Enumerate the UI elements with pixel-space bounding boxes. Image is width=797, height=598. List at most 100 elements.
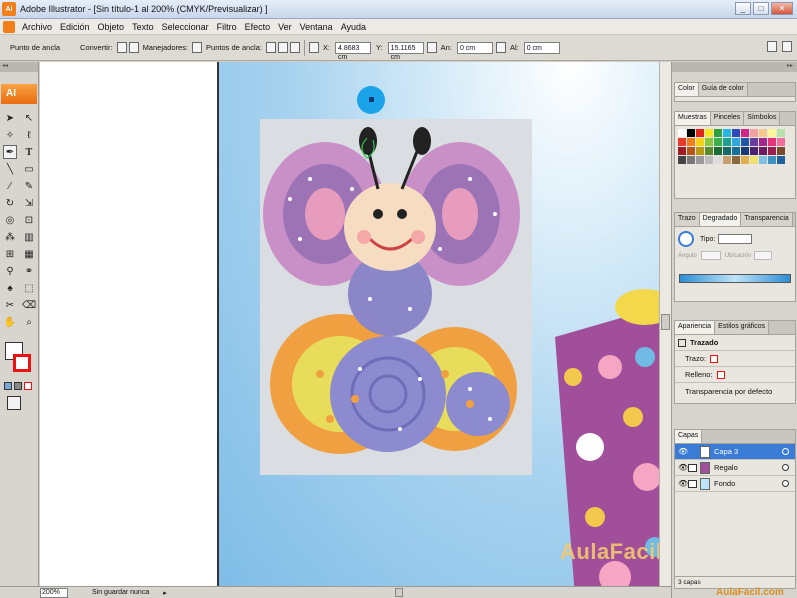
color-swatch[interactable]: [714, 147, 722, 155]
free-transform-icon[interactable]: ⊡: [22, 213, 36, 227]
stroke-swatch[interactable]: [13, 354, 31, 372]
color-swatch[interactable]: [768, 156, 776, 164]
dock-grip[interactable]: ▸▸: [672, 62, 797, 72]
rectangle-icon[interactable]: ▭: [22, 162, 36, 176]
menu-efecto[interactable]: Efecto: [241, 22, 275, 32]
eye-icon[interactable]: 👁: [678, 447, 688, 456]
color-swatch[interactable]: [687, 129, 695, 137]
lock-icon[interactable]: [688, 479, 697, 488]
tab-color[interactable]: Color: [675, 83, 699, 96]
color-swatch[interactable]: [750, 156, 758, 164]
direct-select-icon[interactable]: ↖: [22, 111, 36, 125]
menu-filtro[interactable]: Filtro: [213, 22, 241, 32]
minimize-button[interactable]: _: [735, 2, 751, 15]
zoom-field[interactable]: 200%: [40, 587, 68, 598]
color-swatch[interactable]: [678, 156, 686, 164]
layer-row-capa3[interactable]: 👁 Capa 3: [675, 444, 795, 460]
menu-ayuda[interactable]: Ayuda: [337, 22, 370, 32]
tab-appearance[interactable]: Apariencia: [675, 321, 716, 334]
color-swatch[interactable]: [687, 147, 695, 155]
hand-icon[interactable]: ✋: [3, 315, 17, 329]
layer-target-icon[interactable]: [782, 480, 789, 487]
color-swatch[interactable]: [759, 156, 767, 164]
color-swatch[interactable]: [741, 138, 749, 146]
blend-icon[interactable]: ⚭: [22, 264, 36, 278]
eraser-icon[interactable]: ⌫: [22, 298, 36, 312]
none-mode-icon[interactable]: [24, 382, 32, 390]
screen-mode-icon[interactable]: [7, 396, 21, 410]
color-mode-icon[interactable]: [4, 382, 12, 390]
layer-name[interactable]: Fondo: [714, 479, 735, 488]
eye-icon[interactable]: 👁: [678, 463, 688, 472]
color-swatch[interactable]: [678, 138, 686, 146]
lock-empty-icon[interactable]: [688, 448, 697, 456]
layer-row-fondo[interactable]: 👁 Fondo: [675, 476, 795, 492]
lasso-icon[interactable]: ℓ: [22, 128, 36, 142]
gradient-slider[interactable]: [679, 274, 791, 283]
tab-swatches[interactable]: Muestras: [675, 112, 711, 125]
tab-layers[interactable]: Capas: [675, 430, 703, 443]
show-handles-icon[interactable]: [192, 42, 203, 53]
color-swatch[interactable]: [696, 129, 704, 137]
color-swatch[interactable]: [723, 129, 731, 137]
tab-stroke[interactable]: Trazo: [675, 213, 700, 226]
color-swatch[interactable]: [759, 147, 767, 155]
color-swatch[interactable]: [768, 129, 776, 137]
color-swatch[interactable]: [696, 147, 704, 155]
color-swatch[interactable]: [678, 147, 686, 155]
color-swatch[interactable]: [705, 129, 713, 137]
tab-graphic-styles[interactable]: Estilos gráficos: [715, 321, 770, 334]
slice-icon[interactable]: ✂: [3, 298, 17, 312]
gradient-icon[interactable]: ▦: [22, 247, 36, 261]
menu-seleccionar[interactable]: Seleccionar: [158, 22, 213, 32]
pencil-icon[interactable]: ✎: [22, 179, 36, 193]
color-swatch[interactable]: [723, 156, 731, 164]
app-menu-icon[interactable]: [3, 20, 15, 33]
tab-symbols[interactable]: Símbolos: [744, 112, 781, 125]
vertical-scrollbar[interactable]: [659, 62, 671, 586]
butterfly-image[interactable]: [260, 119, 532, 475]
color-swatch[interactable]: [714, 138, 722, 146]
y-field[interactable]: 15.1165 cm: [387, 41, 424, 61]
color-swatch[interactable]: [768, 147, 776, 155]
connect-anchor-icon[interactable]: [277, 42, 288, 53]
color-swatch[interactable]: [705, 147, 713, 155]
appearance-opacity-row[interactable]: Transparencia por defecto: [675, 383, 795, 399]
tab-color-guide[interactable]: Guía de color: [698, 83, 748, 96]
scale-icon[interactable]: ⇲: [22, 196, 36, 210]
menu-ver[interactable]: Ver: [274, 22, 296, 32]
zoom-icon[interactable]: ⌕: [22, 315, 36, 329]
live-paint-select-icon[interactable]: ⬚: [22, 281, 36, 295]
layer-name[interactable]: Regalo: [714, 463, 738, 472]
swatch-grid[interactable]: [675, 126, 795, 167]
type-icon[interactable]: T: [22, 145, 36, 159]
tab-brushes[interactable]: Pinceles: [710, 112, 745, 125]
color-swatch[interactable]: [741, 129, 749, 137]
eye-icon[interactable]: 👁: [678, 479, 688, 488]
color-swatch[interactable]: [750, 129, 758, 137]
color-swatch[interactable]: [768, 138, 776, 146]
color-swatch[interactable]: [687, 138, 695, 146]
document-setup-icon[interactable]: [767, 41, 777, 52]
color-swatch[interactable]: [732, 138, 740, 146]
eyedropper-icon[interactable]: ⚲: [3, 264, 17, 278]
selected-path-overlay[interactable]: [345, 78, 395, 168]
gradient-type-select[interactable]: [718, 234, 753, 244]
color-swatch[interactable]: [777, 147, 785, 155]
tab-transparency[interactable]: Transparencia: [741, 213, 793, 226]
convert-smooth-icon[interactable]: [128, 42, 139, 53]
vertical-scroll-thumb[interactable]: [661, 314, 670, 330]
menu-objeto[interactable]: Objeto: [94, 22, 129, 32]
x-field[interactable]: 4.8683 cm: [334, 41, 371, 61]
color-swatch[interactable]: [741, 156, 749, 164]
layer-name[interactable]: Capa 3: [714, 447, 738, 456]
color-swatch[interactable]: [705, 156, 713, 164]
live-paint-icon[interactable]: ♠: [3, 281, 17, 295]
maximize-button[interactable]: □: [753, 2, 769, 15]
appearance-fill-row[interactable]: Relleno:: [675, 367, 795, 383]
mesh-icon[interactable]: ⊞: [3, 247, 17, 261]
graph-icon[interactable]: ▥: [22, 230, 36, 244]
link-icon[interactable]: [495, 42, 506, 53]
reference-point-icon[interactable]: [308, 42, 319, 53]
cut-path-icon[interactable]: [289, 42, 300, 53]
